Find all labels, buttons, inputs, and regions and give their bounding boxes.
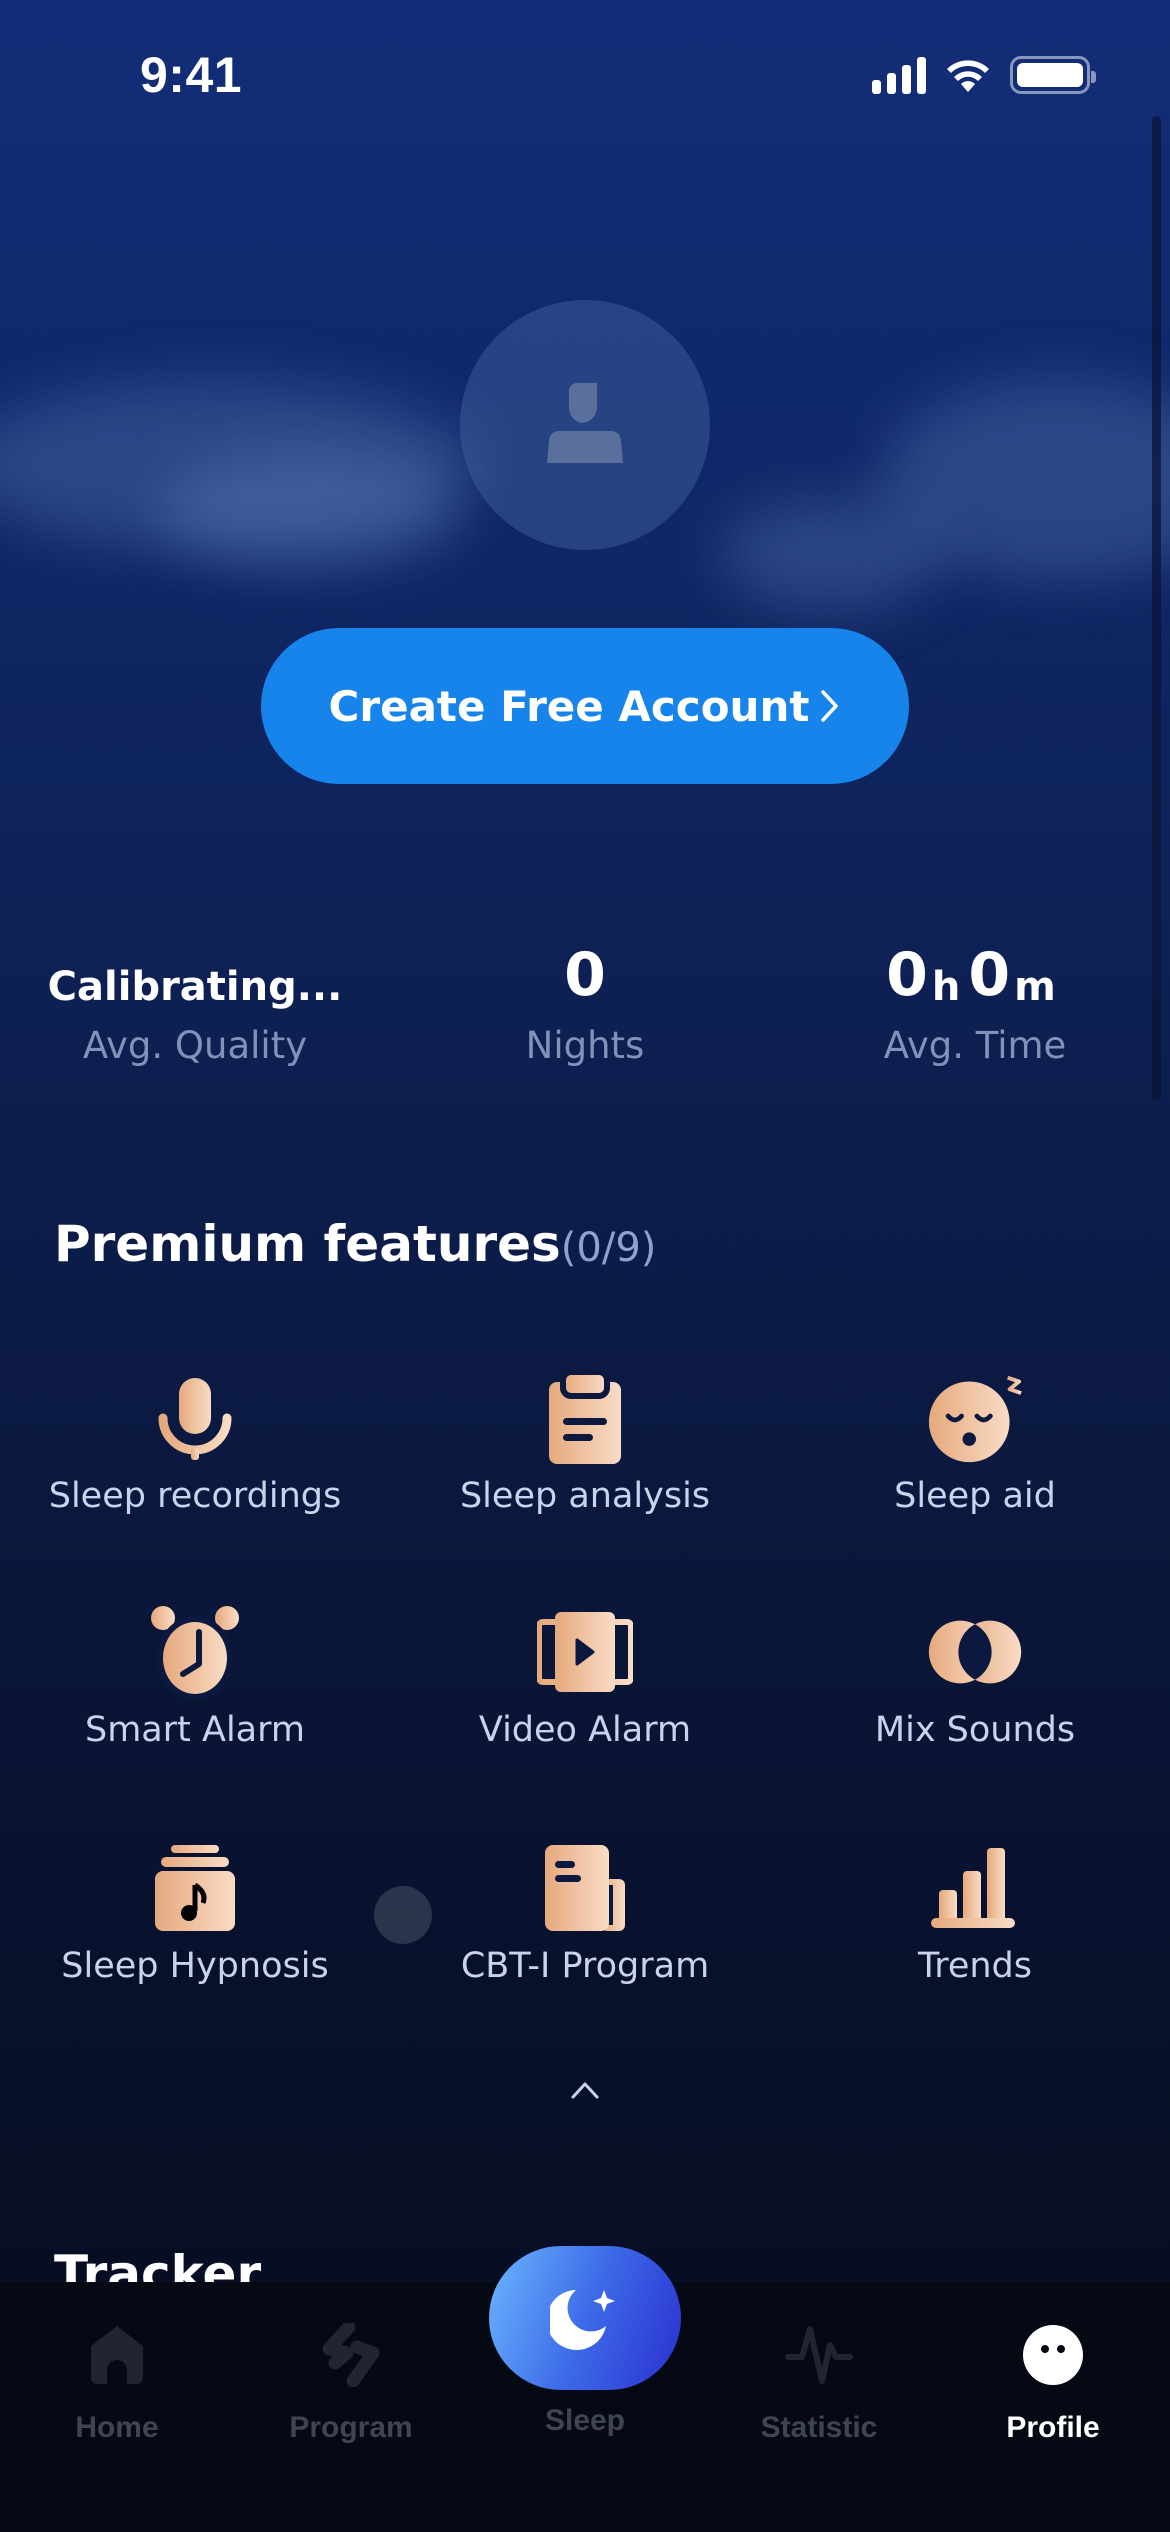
premium-title-text: Premium features	[54, 1215, 561, 1273]
stat-label: Nights	[525, 1024, 645, 1067]
video-play-icon	[537, 1604, 633, 1700]
overlapping-circles-icon	[927, 1604, 1023, 1700]
feature-video-alarm[interactable]: Video Alarm	[390, 1604, 780, 1750]
program-bolt-icon	[311, 2315, 391, 2395]
premium-count: (0/9)	[560, 1225, 657, 1271]
tab-home[interactable]: Home	[0, 2315, 234, 2445]
hours-value: 0	[886, 940, 928, 1010]
document-mug-icon	[537, 1840, 633, 1936]
chevron-right-icon	[821, 690, 839, 722]
feature-mix-sounds[interactable]: Mix Sounds	[780, 1604, 1170, 1750]
tab-profile[interactable]: Profile	[936, 2315, 1170, 2445]
stat-avg-time: 0h0m Avg. Time	[780, 940, 1170, 1067]
tab-label: Profile	[1006, 2411, 1100, 2444]
feature-label: Smart Alarm	[85, 1710, 305, 1750]
moon-star-icon	[550, 2290, 615, 2350]
bar-chart-icon	[927, 1840, 1023, 1936]
stat-nights: 0 Nights	[390, 940, 780, 1067]
sleepy-face-icon	[927, 1370, 1023, 1466]
feature-sleep-recordings[interactable]: Sleep recordings	[0, 1370, 390, 1516]
tab-label: Program	[289, 2411, 413, 2444]
status-icons	[872, 56, 1096, 94]
wifi-icon	[947, 60, 989, 92]
pulse-icon	[779, 2315, 859, 2395]
feature-label: Sleep recordings	[48, 1476, 342, 1516]
stat-avg-quality: Calibrating... Avg. Quality	[0, 940, 390, 1067]
tab-label: Home	[75, 2411, 159, 2444]
stat-value: 0h0m	[780, 940, 1170, 1010]
create-account-button[interactable]: Create Free Account	[261, 628, 909, 784]
stat-value: 0	[564, 940, 606, 1010]
avatar[interactable]	[460, 300, 710, 550]
stat-label: Avg. Time	[883, 1024, 1067, 1067]
battery-icon	[1010, 56, 1096, 94]
feature-label: Sleep analysis	[459, 1476, 711, 1516]
feature-sleep-hypnosis[interactable]: Sleep Hypnosis	[0, 1840, 390, 1986]
profile-face-icon	[1013, 2315, 1093, 2395]
user-silhouette-icon	[547, 383, 623, 463]
stat-value: Calibrating...	[47, 964, 343, 1010]
hours-unit: h	[931, 964, 961, 1010]
feature-label: Sleep aid	[894, 1476, 1056, 1516]
microphone-icon	[147, 1370, 243, 1466]
stat-label: Avg. Quality	[82, 1024, 308, 1067]
chevron-up-icon	[571, 2082, 599, 2099]
premium-features-title: Premium features(0/9)	[54, 1215, 656, 1273]
create-account-label: Create Free Account	[328, 681, 810, 731]
tab-program[interactable]: Program	[234, 2315, 468, 2445]
home-icon	[77, 2315, 157, 2395]
status-time: 9:41	[140, 47, 243, 103]
feature-label: Sleep Hypnosis	[61, 1946, 329, 1986]
feature-smart-alarm[interactable]: Smart Alarm	[0, 1604, 390, 1750]
minutes-value: 0	[968, 940, 1011, 1010]
clipboard-icon	[537, 1370, 633, 1466]
cloud-decoration	[720, 500, 940, 610]
tab-statistic[interactable]: Statistic	[702, 2315, 936, 2445]
feature-trends[interactable]: Trends	[780, 1840, 1170, 1986]
feature-label: Video Alarm	[478, 1710, 692, 1750]
feature-label: CBT-I Program	[460, 1946, 710, 1986]
feature-label: Trends	[917, 1946, 1033, 1986]
feature-label: Mix Sounds	[874, 1710, 1076, 1750]
feature-sleep-aid[interactable]: Sleep aid	[780, 1370, 1170, 1516]
collapse-button[interactable]	[560, 2070, 610, 2110]
feature-cbt-i-program[interactable]: CBT-I Program	[390, 1840, 780, 1986]
minutes-unit: m	[1014, 964, 1056, 1010]
alarm-clock-icon	[147, 1604, 243, 1700]
cloud-decoration	[160, 450, 460, 570]
tab-label: Statistic	[760, 2411, 878, 2444]
cellular-signal-icon	[872, 56, 926, 94]
tab-sleep-label: Sleep	[544, 2404, 626, 2437]
tab-sleep[interactable]	[489, 2246, 681, 2390]
music-jar-icon	[147, 1840, 243, 1936]
feature-sleep-analysis[interactable]: Sleep analysis	[390, 1370, 780, 1516]
